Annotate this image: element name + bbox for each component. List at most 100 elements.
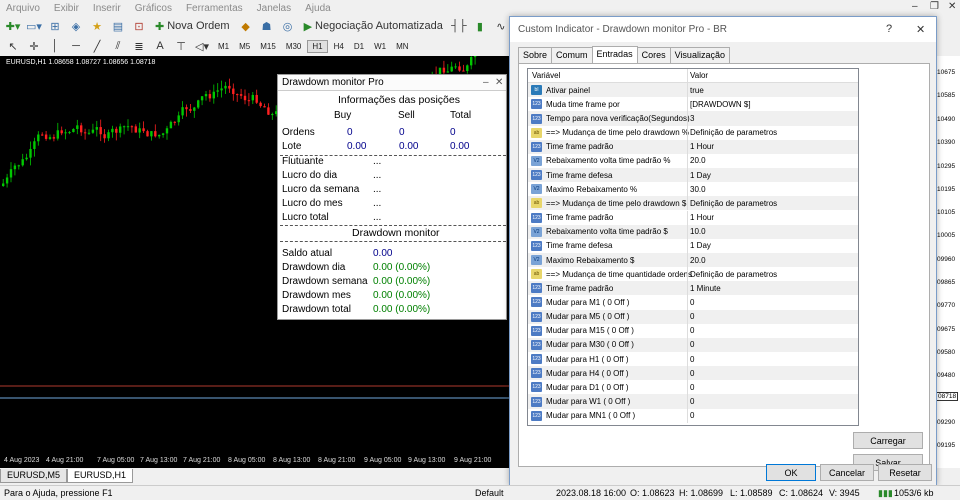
- param-row[interactable]: 123 Time frame padrão 1 Hour: [528, 139, 858, 154]
- param-row[interactable]: 123 Mudar para M30 ( 0 Off ) 0: [528, 337, 858, 352]
- tab-common[interactable]: Comum: [551, 47, 593, 64]
- param-row[interactable]: ab ==> Mudança de time quantidade ordens D…: [528, 267, 858, 282]
- param-row[interactable]: ab ==> Mudança de time pelo drawdown $ Def…: [528, 196, 858, 211]
- channel-icon[interactable]: ⫽: [109, 37, 127, 55]
- param-row[interactable]: 123 Mudar para H4 ( 0 Off ) 0: [528, 366, 858, 381]
- menu-item[interactable]: Ajuda: [305, 3, 331, 14]
- shapes-icon[interactable]: ◁▾: [193, 37, 211, 55]
- minimize-icon[interactable]: –: [912, 1, 918, 12]
- param-value[interactable]: Definição de parametros: [688, 267, 777, 281]
- market-watch-icon[interactable]: ⊞: [46, 17, 64, 35]
- param-row[interactable]: ab ==> Mudança de time pelo drawdown % Def…: [528, 125, 858, 140]
- timeframe-m30[interactable]: M30: [282, 41, 306, 52]
- param-value[interactable]: 20.0: [688, 253, 706, 267]
- candle-chart-icon[interactable]: ▮: [471, 17, 489, 35]
- label-icon[interactable]: ⊤: [172, 37, 190, 55]
- param-row[interactable]: V2 Rebaixamento volta time padrão $ 10.0: [528, 224, 858, 239]
- param-value[interactable]: 1 Hour: [688, 211, 714, 225]
- param-row[interactable]: 123 Mudar para H1 ( 0 Off ) 0: [528, 352, 858, 367]
- param-row[interactable]: 123 Mudar para M15 ( 0 Off ) 0: [528, 323, 858, 338]
- new-chart-icon[interactable]: ✚▾: [4, 17, 22, 35]
- bar-chart-icon[interactable]: ┤├: [450, 17, 468, 35]
- param-value[interactable]: 30.0: [688, 182, 706, 196]
- param-row[interactable]: bl Ativar painel true: [528, 83, 858, 98]
- new-order-button[interactable]: ✚ Nova Ordem: [151, 17, 234, 35]
- menu-item[interactable]: Arquivo: [6, 3, 40, 14]
- param-value[interactable]: 10.0: [688, 225, 706, 239]
- chart-tab-eurusd-h1[interactable]: EURUSD,H1: [67, 469, 134, 483]
- metaeditor-icon[interactable]: ◆: [237, 17, 255, 35]
- timeframe-mn[interactable]: MN: [392, 41, 412, 52]
- param-row[interactable]: 123 Muda time frame por [DRAWDOWN $]: [528, 97, 858, 112]
- param-row[interactable]: 123 Time frame defesa 1 Day: [528, 238, 858, 253]
- param-value[interactable]: 0: [688, 394, 694, 408]
- param-value[interactable]: 0: [688, 352, 694, 366]
- vertical-line-icon[interactable]: │: [46, 37, 64, 55]
- terminal-icon[interactable]: ▤: [109, 17, 127, 35]
- chart-tab-eurusd-m5[interactable]: EURUSD,M5: [0, 469, 68, 483]
- tab-visualization[interactable]: Visualização: [669, 47, 730, 64]
- param-row[interactable]: 123 Mudar para M1 ( 0 Off ) 0: [528, 295, 858, 310]
- timeframe-h1[interactable]: H1: [307, 39, 328, 53]
- param-value[interactable]: 1 Hour: [688, 140, 714, 154]
- param-value[interactable]: 0: [688, 338, 694, 352]
- timeframe-m15[interactable]: M15: [256, 41, 280, 52]
- timeframe-w1[interactable]: W1: [370, 41, 390, 52]
- param-value[interactable]: 20.0: [688, 154, 706, 168]
- param-value[interactable]: Definição de parametros: [688, 196, 777, 210]
- cursor-icon[interactable]: ↖: [4, 37, 22, 55]
- data-window-icon[interactable]: ◈: [67, 17, 85, 35]
- timeframe-m1[interactable]: M1: [214, 41, 233, 52]
- param-value[interactable]: 0: [688, 324, 694, 338]
- close-icon[interactable]: ✕: [948, 1, 956, 12]
- navigator-icon[interactable]: ★: [88, 17, 106, 35]
- indicator-properties-dialog[interactable]: Custom Indicator - Drawdown monitor Pro …: [509, 16, 937, 486]
- param-value[interactable]: 0: [688, 366, 694, 380]
- cancel-button[interactable]: Cancelar: [820, 464, 874, 481]
- tab-inputs[interactable]: Entradas: [591, 46, 638, 63]
- close-icon[interactable]: ✕: [495, 77, 503, 88]
- profiles-icon[interactable]: ▭▾: [25, 17, 43, 35]
- account-icon[interactable]: ☗: [258, 17, 276, 35]
- param-value[interactable]: 0: [688, 409, 694, 423]
- line-chart-icon[interactable]: ∿: [492, 17, 510, 35]
- help-icon[interactable]: ?: [886, 23, 892, 35]
- param-row[interactable]: V2 Maximo Rebaixamento % 30.0: [528, 182, 858, 197]
- param-value[interactable]: 0: [688, 310, 694, 324]
- drawdown-monitor-panel[interactable]: Drawdown monitor Pro – ✕ Informações das…: [277, 74, 507, 320]
- param-value[interactable]: 0: [688, 380, 694, 394]
- timeframe-h4[interactable]: H4: [330, 41, 348, 52]
- param-row[interactable]: 123 Time frame defesa 1 Day: [528, 168, 858, 183]
- menu-item[interactable]: Ferramentas: [186, 3, 243, 14]
- param-value[interactable]: 1 Minute: [688, 281, 721, 295]
- crosshair-icon[interactable]: ✛: [25, 37, 43, 55]
- menu-item[interactable]: Inserir: [93, 3, 121, 14]
- restore-icon[interactable]: ❐: [930, 1, 939, 12]
- tab-colors[interactable]: Cores: [636, 47, 671, 64]
- trendline-icon[interactable]: ╱: [88, 37, 106, 55]
- menu-item[interactable]: Janelas: [257, 3, 291, 14]
- param-row[interactable]: V2 Maximo Rebaixamento $ 20.0: [528, 252, 858, 268]
- inputs-grid[interactable]: Variável Valor bl Ativar painel true 123 Mud…: [527, 68, 859, 426]
- param-row[interactable]: V2 Rebaixamento volta time padrão % 20.0: [528, 153, 858, 169]
- param-row[interactable]: 123 Tempo para nova verificação(Segundos)…: [528, 111, 858, 126]
- strategy-tester-icon[interactable]: ⊡: [130, 17, 148, 35]
- ok-button[interactable]: OK: [766, 464, 816, 481]
- param-row[interactable]: 123 Mudar para D1 ( 0 Off ) 0: [528, 380, 858, 395]
- param-row[interactable]: 123 Mudar para M5 ( 0 Off ) 0: [528, 309, 858, 324]
- minimize-icon[interactable]: –: [483, 77, 489, 88]
- param-row[interactable]: 123 Time frame padrão 1 Minute: [528, 281, 858, 296]
- reset-button[interactable]: Resetar: [878, 464, 932, 481]
- param-value[interactable]: [DRAWDOWN $]: [688, 97, 751, 111]
- param-value[interactable]: 0: [688, 295, 694, 309]
- menu-item[interactable]: Exibir: [54, 3, 79, 14]
- auto-trading-button[interactable]: ▶ Negociação Automatizada: [300, 17, 447, 35]
- text-icon[interactable]: A: [151, 37, 169, 55]
- menu-item[interactable]: Gráficos: [135, 3, 172, 14]
- horizontal-line-icon[interactable]: ─: [67, 37, 85, 55]
- load-button[interactable]: Carregar: [853, 432, 923, 449]
- param-value[interactable]: Definição de parametros: [688, 126, 777, 140]
- param-row[interactable]: 123 Mudar para W1 ( 0 Off ) 0: [528, 394, 858, 409]
- timeframe-d1[interactable]: D1: [350, 41, 368, 52]
- timeframe-m5[interactable]: M5: [235, 41, 254, 52]
